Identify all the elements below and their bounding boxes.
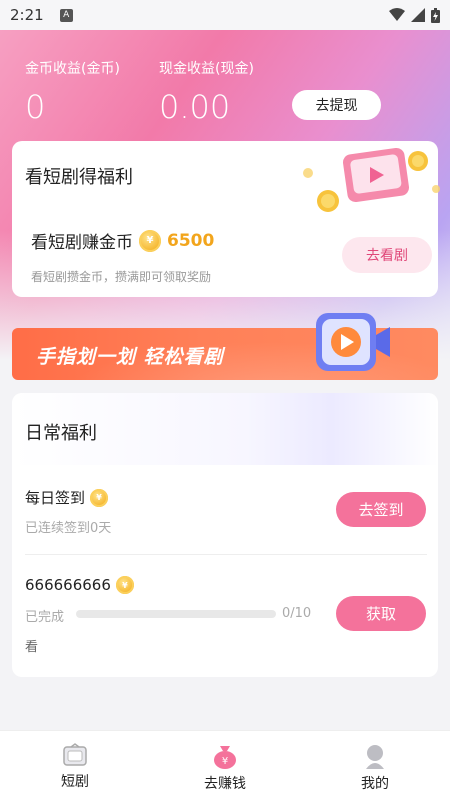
coin-earnings-label: 金币收益(金币) xyxy=(25,61,120,77)
drama-reward-card: 看短剧得福利 看短剧赚金币 ¥ 6500 看短剧攒金币，攒满即可领取奖励 去看剧 xyxy=(12,141,440,297)
video-player-icon xyxy=(316,313,390,371)
nav-item-profile[interactable]: 我的 xyxy=(300,731,450,801)
nav-label-earn: 去赚钱 xyxy=(204,776,246,792)
coin-earnings-value: 0 xyxy=(25,88,46,126)
status-icons xyxy=(389,7,440,23)
nav-item-earn[interactable]: ¥ 去赚钱 xyxy=(150,731,300,801)
nav-item-drama[interactable]: 短剧 xyxy=(0,731,150,801)
drama-card-description: 看短剧攒金币，攒满即可领取奖励 xyxy=(31,270,212,284)
watch-task-name: 666666666 ¥ xyxy=(25,576,134,594)
coin-icon: ¥ xyxy=(90,488,109,507)
watch-task-extra: 看 xyxy=(25,640,39,655)
cash-earnings-value: 0.00 xyxy=(159,88,231,126)
drama-card-subtitle: 看短剧赚金币 ¥ 6500 xyxy=(31,228,214,253)
user-icon xyxy=(366,745,384,769)
bottom-navigation: 短剧 ¥ 去赚钱 我的 xyxy=(0,730,450,801)
watch-drama-button[interactable]: 去看剧 xyxy=(342,237,432,273)
watch-task-progress-count: 0/10 xyxy=(282,606,312,621)
watch-task-status: 已完成 xyxy=(25,610,65,625)
signal-icon xyxy=(411,8,425,22)
coin-icon: ¥ xyxy=(139,229,161,252)
checkin-task-label: 每日签到 xyxy=(25,489,86,507)
status-bar: 2:21 A xyxy=(0,0,450,30)
tv-coins-illustration xyxy=(303,147,440,212)
notification-icon: A xyxy=(59,8,73,22)
divider xyxy=(25,554,427,555)
nav-label-drama: 短剧 xyxy=(61,774,89,790)
watch-task-progress-bar xyxy=(76,610,276,618)
svg-text:¥: ¥ xyxy=(222,756,228,767)
daily-title: 日常福利 xyxy=(25,423,97,444)
nav-label-profile: 我的 xyxy=(361,776,389,792)
battery-icon xyxy=(431,7,440,23)
wifi-icon xyxy=(389,8,405,21)
drama-card-subtitle-text: 看短剧赚金币 xyxy=(31,233,133,253)
daily-rewards-card: 日常福利 每日签到 ¥ 已连续签到0天 去签到 666666666 ¥ 已完成 … xyxy=(12,393,438,677)
claim-button[interactable]: 获取 xyxy=(336,596,426,631)
tv-icon xyxy=(63,743,87,766)
checkin-button[interactable]: 去签到 xyxy=(336,492,426,527)
coin-icon: ¥ xyxy=(115,576,134,594)
drama-card-title: 看短剧得福利 xyxy=(25,167,133,188)
coin-amount: 6500 xyxy=(167,230,215,251)
checkin-streak: 已连续签到0天 xyxy=(25,521,112,536)
watch-task-label: 666666666 xyxy=(25,576,111,594)
cash-earnings-label: 现金收益(现金) xyxy=(159,61,254,77)
withdraw-button[interactable]: 去提现 xyxy=(292,90,381,120)
money-bag-icon: ¥ xyxy=(214,746,236,769)
banner-text: 手指划一划 轻松看剧 xyxy=(36,346,224,368)
checkin-task-name: 每日签到 ¥ xyxy=(25,487,109,508)
status-time: 2:21 xyxy=(10,6,44,24)
